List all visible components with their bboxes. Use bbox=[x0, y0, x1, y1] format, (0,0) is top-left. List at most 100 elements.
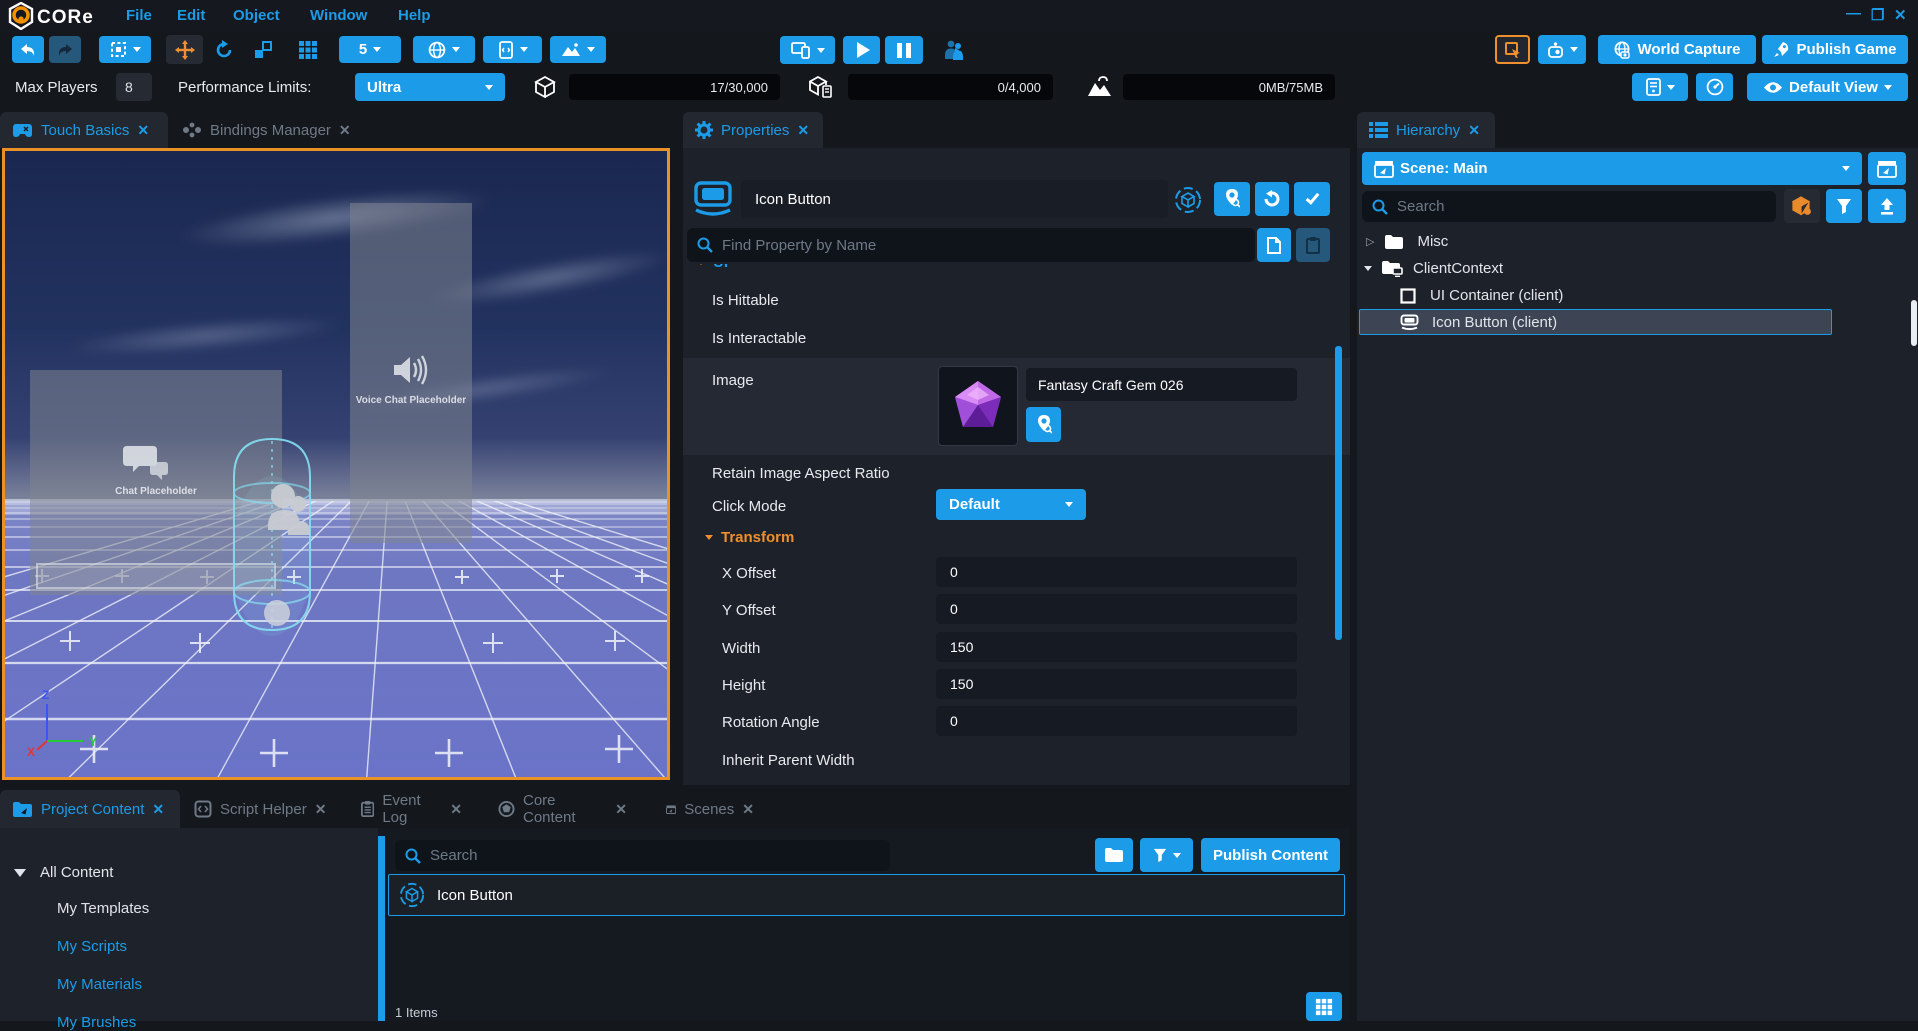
image-thumbnail[interactable] bbox=[938, 366, 1018, 446]
window-close-button[interactable]: ✕ bbox=[1894, 6, 1907, 24]
close-icon[interactable]: ✕ bbox=[137, 122, 149, 139]
section-header-ui[interactable]: UI bbox=[683, 264, 1343, 276]
paste-properties-button[interactable] bbox=[1296, 228, 1330, 262]
expander-expanded-icon[interactable] bbox=[1364, 266, 1372, 271]
export-button[interactable] bbox=[1868, 189, 1906, 223]
tree-item-my-templates[interactable]: My Templates bbox=[57, 900, 149, 917]
image-asset-name-field[interactable]: Fantasy Craft Gem 026 bbox=[1026, 368, 1297, 401]
menu-window[interactable]: Window bbox=[310, 7, 367, 24]
publish-content-button[interactable]: Publish Content bbox=[1201, 838, 1340, 872]
publish-game-button[interactable]: Publish Game bbox=[1762, 35, 1908, 64]
height-field[interactable]: 150 bbox=[936, 669, 1297, 699]
tab-project-content[interactable]: Project Content ✕ bbox=[0, 790, 180, 828]
tab-properties[interactable]: Properties ✕ bbox=[683, 112, 823, 148]
grid-size-dropdown[interactable]: 5 bbox=[339, 36, 401, 63]
default-view-dropdown[interactable]: Default View bbox=[1747, 73, 1908, 101]
apply-button[interactable] bbox=[1294, 182, 1330, 216]
window-restore-button[interactable]: ❐ bbox=[1871, 6, 1884, 24]
pause-button[interactable] bbox=[885, 36, 923, 64]
menu-object[interactable]: Object bbox=[233, 7, 280, 24]
tab-bindings-manager[interactable]: Bindings Manager ✕ bbox=[170, 112, 368, 148]
sky-dropdown[interactable] bbox=[413, 36, 475, 63]
rotation-angle-field[interactable]: 0 bbox=[936, 706, 1297, 736]
performance-monitor-button[interactable] bbox=[1696, 73, 1733, 101]
content-folder-button[interactable] bbox=[1095, 838, 1133, 872]
hierarchy-scrollbar[interactable] bbox=[1911, 300, 1917, 346]
hierarchy-row-misc[interactable]: ▷ Misc bbox=[1357, 228, 1918, 255]
tab-event-log[interactable]: Event Log ✕ bbox=[349, 790, 474, 828]
robot-icon bbox=[1547, 41, 1564, 59]
tab-scenes[interactable]: Scenes ✕ bbox=[654, 790, 766, 828]
close-icon[interactable]: ✕ bbox=[797, 122, 809, 139]
chevron-down-icon bbox=[485, 85, 493, 90]
tree-item-all-content[interactable]: All Content bbox=[14, 864, 113, 881]
reset-all-button[interactable] bbox=[1255, 182, 1289, 216]
scene-manager-button[interactable] bbox=[1868, 152, 1906, 185]
tab-touch-basics[interactable]: Touch Basics ✕ bbox=[0, 112, 168, 148]
close-icon[interactable]: ✕ bbox=[450, 801, 462, 818]
multiplayer-preview-button[interactable] bbox=[938, 36, 970, 64]
tree-item-my-materials[interactable]: My Materials bbox=[57, 976, 142, 993]
width-field[interactable]: 150 bbox=[936, 632, 1297, 662]
tab-hierarchy[interactable]: Hierarchy ✕ bbox=[1357, 112, 1495, 148]
expander-collapsed-icon[interactable]: ▷ bbox=[1366, 235, 1374, 248]
scene-dropdown[interactable]: Scene: Main bbox=[1362, 152, 1862, 185]
rotate-tool-button[interactable] bbox=[210, 36, 238, 63]
world-capture-button[interactable]: World Capture bbox=[1598, 35, 1756, 64]
asset-view-button[interactable] bbox=[1784, 189, 1820, 223]
y-offset-field[interactable]: 0 bbox=[936, 594, 1297, 624]
bot-dropdown[interactable] bbox=[1538, 35, 1586, 64]
scale-tool-button[interactable] bbox=[249, 36, 277, 63]
move-tool-button[interactable] bbox=[166, 35, 203, 64]
x-offset-field[interactable]: 0 bbox=[936, 557, 1297, 587]
redo-button[interactable] bbox=[49, 36, 81, 63]
hierarchy-row-clientcontext[interactable]: ClientContext bbox=[1357, 255, 1918, 282]
tree-scrollbar[interactable] bbox=[378, 836, 385, 1021]
close-icon[interactable]: ✕ bbox=[315, 801, 327, 818]
hierarchy-row-ui-container[interactable]: UI Container (client) bbox=[1357, 282, 1918, 309]
viewport[interactable]: Chat Placeholder Voice Chat Placeholder bbox=[2, 148, 670, 780]
menu-file[interactable]: File bbox=[126, 7, 152, 24]
close-icon[interactable]: ✕ bbox=[152, 801, 164, 818]
close-icon[interactable]: ✕ bbox=[339, 122, 351, 139]
grid-view-button[interactable] bbox=[1306, 992, 1342, 1021]
play-button[interactable] bbox=[843, 36, 880, 64]
max-players-value[interactable]: 8 bbox=[116, 73, 152, 101]
window-minimize-button[interactable]: — bbox=[1846, 5, 1861, 22]
menu-help[interactable]: Help bbox=[398, 7, 431, 24]
selection-mode-dropdown[interactable] bbox=[99, 36, 151, 63]
content-filter-dropdown[interactable] bbox=[1140, 838, 1193, 872]
preview-mode-dropdown[interactable] bbox=[780, 36, 835, 64]
close-icon[interactable]: ✕ bbox=[615, 801, 627, 818]
content-search-input[interactable]: Search bbox=[395, 840, 890, 871]
tree-item-my-brushes[interactable]: My Brushes bbox=[57, 1014, 136, 1031]
tab-script-helper[interactable]: Script Helper ✕ bbox=[182, 790, 347, 828]
copy-properties-button[interactable] bbox=[1257, 228, 1291, 262]
performance-limits-dropdown[interactable]: Ultra bbox=[355, 73, 505, 101]
terrain-dropdown[interactable] bbox=[550, 36, 606, 63]
menu-edit[interactable]: Edit bbox=[177, 7, 205, 24]
script-dropdown[interactable] bbox=[483, 36, 542, 63]
hierarchy-search-input[interactable]: Search bbox=[1362, 191, 1776, 222]
click-mode-dropdown[interactable]: Default bbox=[936, 489, 1086, 520]
cursor-interact-button[interactable] bbox=[1495, 35, 1530, 64]
grid-snap-button[interactable] bbox=[294, 36, 322, 63]
save-dropdown[interactable] bbox=[1632, 73, 1688, 101]
content-item-icon-button[interactable]: Icon Button bbox=[388, 874, 1345, 916]
image-find-asset-button[interactable] bbox=[1026, 407, 1061, 442]
section-header-transform[interactable]: Transform bbox=[705, 529, 794, 546]
scene-label: Scene: Main bbox=[1400, 160, 1488, 177]
object-name-field[interactable]: Icon Button bbox=[741, 180, 1168, 218]
property-search-input[interactable]: Find Property by Name bbox=[687, 228, 1255, 262]
expander-expanded-icon[interactable] bbox=[14, 869, 26, 877]
tree-item-my-scripts[interactable]: My Scripts bbox=[57, 938, 127, 955]
close-icon[interactable]: ✕ bbox=[742, 801, 754, 818]
tab-core-content[interactable]: Core Content ✕ bbox=[486, 790, 639, 828]
hierarchy-row-icon-button[interactable]: Icon Button (client) bbox=[1359, 309, 1832, 335]
chevron-down-icon bbox=[133, 47, 141, 52]
close-icon[interactable]: ✕ bbox=[1468, 122, 1480, 139]
hierarchy-filter-button[interactable] bbox=[1826, 189, 1862, 223]
properties-scrollbar[interactable] bbox=[1335, 346, 1342, 640]
find-asset-button[interactable] bbox=[1214, 182, 1250, 216]
undo-button[interactable] bbox=[12, 36, 44, 63]
